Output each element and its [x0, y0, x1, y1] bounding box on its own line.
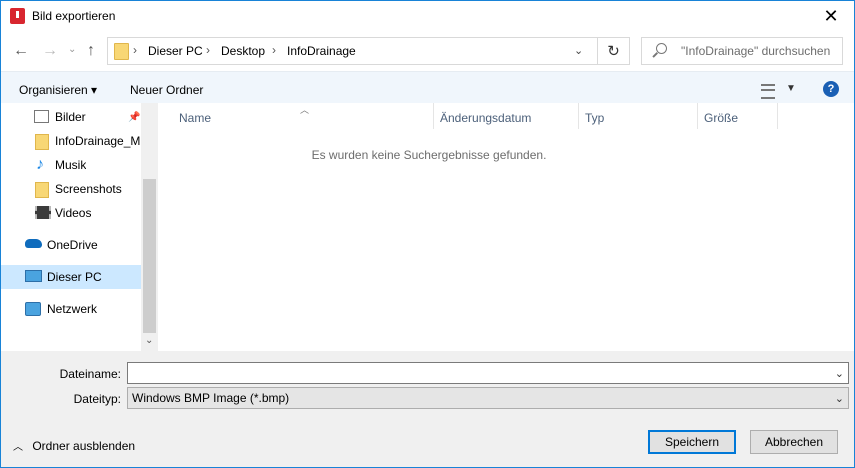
organize-button[interactable]: Organisieren ▾	[19, 83, 97, 97]
column-divider[interactable]	[777, 103, 778, 129]
hide-folders-toggle[interactable]: ︿ Ordner ausblenden	[13, 438, 135, 453]
sidebar-item-label: OneDrive	[47, 238, 98, 252]
breadcrumb-infodrainage[interactable]: InfoDrainage	[287, 44, 356, 58]
column-header-name[interactable]: Name	[179, 111, 211, 125]
dialog-footer: Dateiname: ⌄ Dateityp: Windows BMP Image…	[1, 351, 854, 467]
command-toolbar: Organisieren ▾ Neuer Ordner ▼ ?	[1, 71, 854, 104]
filename-label: Dateiname:	[59, 367, 121, 381]
music-icon: ♪	[36, 156, 44, 173]
sidebar-item-label: Dieser PC	[47, 270, 102, 284]
title-bar: Bild exportieren ✕	[1, 1, 854, 31]
sidebar-item-label: Musik	[55, 158, 87, 172]
refresh-button[interactable]: ↻	[597, 37, 630, 65]
videos-icon	[35, 206, 51, 219]
network-icon	[25, 302, 41, 316]
breadcrumb-dieser-pc[interactable]: Dieser PC	[148, 44, 203, 58]
pin-icon[interactable]: 📌	[128, 112, 140, 123]
scroll-down-icon[interactable]: ⌄	[145, 335, 153, 346]
cloud-icon	[25, 239, 42, 248]
sidebar-item-label: Screenshots	[55, 182, 122, 196]
breadcrumb-separator: ›	[206, 43, 210, 57]
search-icon	[656, 43, 667, 54]
folder-icon	[35, 134, 49, 150]
sidebar-item-label: Videos	[55, 206, 92, 220]
sidebar-item-bilder[interactable]: Bilder 📌	[1, 106, 141, 128]
new-folder-button[interactable]: Neuer Ordner	[130, 83, 203, 97]
sidebar-item-screenshots[interactable]: Screenshots	[1, 178, 141, 200]
column-header-size[interactable]: Größe	[704, 111, 738, 125]
sidebar-item-label: Bilder	[55, 110, 86, 124]
filetype-dropdown-icon[interactable]: ⌄	[835, 392, 844, 405]
sort-ascending-icon: ︿	[300, 105, 310, 115]
back-arrow-icon[interactable]: ←	[13, 42, 29, 60]
column-divider[interactable]	[578, 103, 579, 129]
breadcrumb-separator: ›	[133, 43, 137, 57]
refresh-icon: ↻	[607, 43, 620, 60]
filetype-label: Dateityp:	[73, 392, 121, 406]
sidebar-item-infodrainage-m[interactable]: InfoDrainage_M	[1, 130, 141, 152]
column-divider[interactable]	[433, 103, 434, 129]
sidebar-item-musik[interactable]: ♪ Musik	[1, 154, 141, 176]
sidebar-item-netzwerk[interactable]: Netzwerk	[1, 298, 141, 320]
column-header-type[interactable]: Typ	[585, 111, 604, 125]
filename-dropdown-icon[interactable]: ⌄	[835, 367, 844, 380]
pictures-icon	[34, 110, 49, 123]
nav-scrollbar[interactable]: ⌄	[141, 103, 158, 351]
file-list: ︿ Name Änderungsdatum Typ Größe Es wurde…	[159, 103, 854, 351]
help-icon[interactable]: ?	[823, 81, 839, 97]
folder-icon	[35, 182, 49, 198]
address-dropdown-chevron-icon[interactable]: ⌄	[574, 44, 583, 57]
navigation-pane: Bilder 📌 InfoDrainage_M ♪ Musik Screensh…	[1, 103, 159, 351]
forward-arrow-icon[interactable]: →	[42, 42, 58, 60]
up-arrow-icon[interactable]: ↑	[87, 42, 95, 60]
address-bar[interactable]: › Dieser PC › Desktop › InfoDrainage ⌄	[107, 37, 598, 65]
sidebar-item-videos[interactable]: Videos	[1, 202, 141, 224]
sidebar-item-onedrive[interactable]: OneDrive	[1, 234, 141, 256]
close-button[interactable]: ✕	[808, 1, 854, 31]
empty-results-message: Es wurden keine Suchergebnisse gefunden.	[311, 148, 547, 162]
column-divider[interactable]	[697, 103, 698, 129]
save-dialog: Bild exportieren ✕ ← → ⌄ ↑ › Dieser PC ›…	[0, 0, 855, 468]
filetype-value: Windows BMP Image (*.bmp)	[132, 391, 290, 405]
hide-folders-label: Ordner ausblenden	[32, 439, 136, 453]
chevron-up-icon: ︿	[13, 442, 23, 453]
recent-locations-chevron-icon[interactable]: ⌄	[68, 44, 76, 55]
cancel-button[interactable]: Abbrechen	[750, 430, 838, 454]
view-options-icon[interactable]	[761, 84, 775, 99]
app-icon	[10, 8, 25, 24]
breadcrumb-separator: ›	[272, 43, 276, 57]
navigation-bar: ← → ⌄ ↑ › Dieser PC › Desktop › InfoDrai…	[1, 31, 854, 71]
filetype-select[interactable]: Windows BMP Image (*.bmp) ⌄	[127, 387, 849, 409]
save-button[interactable]: Speichern	[648, 430, 736, 454]
sidebar-item-label: Netzwerk	[47, 302, 98, 316]
breadcrumb-desktop[interactable]: Desktop	[221, 44, 265, 58]
window-title: Bild exportieren	[32, 9, 116, 23]
close-icon: ✕	[823, 5, 839, 26]
column-header-date[interactable]: Änderungsdatum	[440, 111, 531, 125]
filename-field[interactable]: ⌄	[127, 362, 849, 384]
view-dropdown-icon[interactable]: ▼	[786, 83, 796, 94]
sidebar-item-label: InfoDrainage_M	[55, 134, 141, 148]
scroll-thumb[interactable]	[143, 179, 156, 333]
pc-icon	[25, 270, 42, 282]
folder-icon	[114, 43, 129, 60]
search-placeholder: "InfoDrainage" durchsuchen	[681, 44, 831, 58]
search-box[interactable]: "InfoDrainage" durchsuchen	[641, 37, 843, 65]
sidebar-item-dieser-pc[interactable]: Dieser PC	[1, 265, 141, 289]
